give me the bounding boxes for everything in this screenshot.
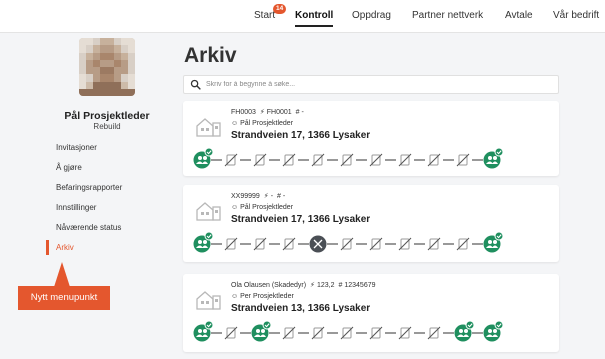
search-bar <box>183 75 559 94</box>
step-completed-icon[interactable] <box>483 231 504 253</box>
step-not-applicable-icon[interactable] <box>224 326 238 340</box>
card-person-row: ☺︎ Pål Prosjektleder <box>231 120 293 127</box>
user-company: Rebuild <box>93 122 121 131</box>
project-number: FH0001 <box>266 109 292 116</box>
step-not-applicable-icon[interactable] <box>282 237 296 251</box>
nav-kontroll[interactable]: Kontroll <box>295 10 334 27</box>
step-not-applicable-icon[interactable] <box>340 326 354 340</box>
start-notification-badge: 14 <box>273 4 287 14</box>
card-address: Strandveien 13, 1366 Lysaker <box>231 303 371 314</box>
step-not-applicable-icon[interactable] <box>427 153 441 167</box>
archive-card[interactable]: XX99999 ⚡︎ - # - ☺︎ Pål Prosjektleder Stra… <box>183 185 559 262</box>
step-completed-icon[interactable] <box>251 320 272 342</box>
card-person-row: ☺︎ Per Prosjektleder <box>231 293 294 300</box>
reference-number: 12345679 <box>344 282 376 289</box>
house-icon <box>196 291 221 310</box>
house-icon <box>196 118 221 137</box>
card-address: Strandveien 17, 1366 Lysaker <box>231 214 371 225</box>
step-not-applicable-icon[interactable] <box>253 153 267 167</box>
nav-start[interactable]: Start <box>254 10 275 21</box>
sidebar-item-invitasjoner[interactable]: Invitasjoner <box>46 143 97 152</box>
search-icon <box>190 79 201 90</box>
step-completed-icon[interactable] <box>193 147 214 169</box>
step-not-applicable-icon[interactable] <box>340 237 354 251</box>
hash-icon: # <box>338 282 343 289</box>
avatar[interactable] <box>79 38 135 96</box>
case-number: Ola Olausen (Skadedyr) <box>231 282 307 289</box>
project-leader: Pål Prosjektleder <box>240 120 294 127</box>
step-not-applicable-icon[interactable] <box>282 326 296 340</box>
hash-icon: # <box>276 193 281 200</box>
step-completed-icon[interactable] <box>483 320 504 342</box>
search-input[interactable] <box>206 77 546 92</box>
case-number: FH0003 <box>231 109 256 116</box>
reference-number: - <box>282 193 286 200</box>
step-not-applicable-icon[interactable] <box>456 237 470 251</box>
case-number: XX99999 <box>231 193 260 200</box>
step-not-applicable-icon[interactable] <box>369 237 383 251</box>
progress-steps <box>193 147 504 169</box>
sidebar-item-a-gjore[interactable]: Å gjøre <box>46 163 82 172</box>
step-not-applicable-icon[interactable] <box>311 326 325 340</box>
callout-arrow <box>54 262 70 287</box>
lightning-icon: ⚡︎ <box>310 282 315 289</box>
step-completed-icon[interactable] <box>454 320 475 342</box>
person-icon: ☺︎ <box>231 120 239 127</box>
project-number: - <box>270 193 274 200</box>
step-not-applicable-icon[interactable] <box>427 326 441 340</box>
reference-number: - <box>301 109 304 116</box>
step-not-applicable-icon[interactable] <box>224 237 238 251</box>
step-completed-icon[interactable] <box>483 147 504 169</box>
card-person-row: ☺︎ Pål Prosjektleder <box>231 204 293 211</box>
top-navigation: Start 14 Kontroll Oppdrag Partner nettve… <box>0 0 605 33</box>
card-ids: Ola Olausen (Skadedyr) ⚡︎ 123,2 #12345679 <box>231 281 376 289</box>
nav-var-bedrift[interactable]: Vår bedrift <box>553 10 599 21</box>
lightning-icon: ⚡︎ <box>259 109 265 116</box>
project-leader: Per Prosjektleder <box>240 293 294 300</box>
card-address: Strandveien 17, 1366 Lysaker <box>231 130 371 141</box>
step-not-applicable-icon[interactable] <box>253 237 267 251</box>
sidebar-item-navaerende-status[interactable]: Nåværende status <box>46 223 121 232</box>
project-leader: Pål Prosjektleder <box>240 204 294 211</box>
progress-steps <box>193 231 504 253</box>
step-not-applicable-icon[interactable] <box>224 153 238 167</box>
sidebar-item-arkiv[interactable]: Arkiv <box>46 240 74 255</box>
step-not-applicable-icon[interactable] <box>456 153 470 167</box>
person-icon: ☺︎ <box>231 204 239 211</box>
hash-icon: # <box>295 109 300 116</box>
step-not-applicable-icon[interactable] <box>398 153 412 167</box>
step-completed-icon[interactable] <box>193 231 214 253</box>
step-not-applicable-icon[interactable] <box>311 153 325 167</box>
step-not-applicable-icon[interactable] <box>369 326 383 340</box>
step-not-applicable-icon[interactable] <box>282 153 296 167</box>
person-icon: ☺︎ <box>231 293 239 300</box>
step-not-applicable-icon[interactable] <box>340 153 354 167</box>
sidebar-item-befaringsrapporter[interactable]: Befaringsrapporter <box>46 183 122 192</box>
project-number: 123,2 <box>316 282 335 289</box>
new-menu-item-callout: Nytt menupunkt <box>18 286 110 310</box>
step-not-applicable-icon[interactable] <box>369 153 383 167</box>
progress-steps <box>193 320 504 342</box>
archive-card[interactable]: Ola Olausen (Skadedyr) ⚡︎ 123,2 #12345679… <box>183 274 559 352</box>
lightning-icon: ⚡︎ <box>263 193 269 200</box>
nav-partner-nettverk[interactable]: Partner nettverk <box>412 10 483 21</box>
page-title: Arkiv <box>184 44 237 67</box>
card-ids: FH0003 ⚡︎ FH0001 # - <box>231 108 304 116</box>
step-current-icon[interactable] <box>309 235 327 253</box>
nav-avtale[interactable]: Avtale <box>505 10 533 21</box>
user-name: Pål Prosjektleder <box>64 110 150 122</box>
step-not-applicable-icon[interactable] <box>398 237 412 251</box>
step-not-applicable-icon[interactable] <box>398 326 412 340</box>
step-not-applicable-icon[interactable] <box>427 237 441 251</box>
sidebar-item-innstillinger[interactable]: Innstillinger <box>46 203 96 212</box>
nav-oppdrag[interactable]: Oppdrag <box>352 10 391 21</box>
archive-card[interactable]: FH0003 ⚡︎ FH0001 # - ☺︎ Pål Prosjektleder … <box>183 101 559 176</box>
card-ids: XX99999 ⚡︎ - # - <box>231 192 285 200</box>
step-completed-icon[interactable] <box>193 320 214 342</box>
house-icon <box>196 202 221 221</box>
